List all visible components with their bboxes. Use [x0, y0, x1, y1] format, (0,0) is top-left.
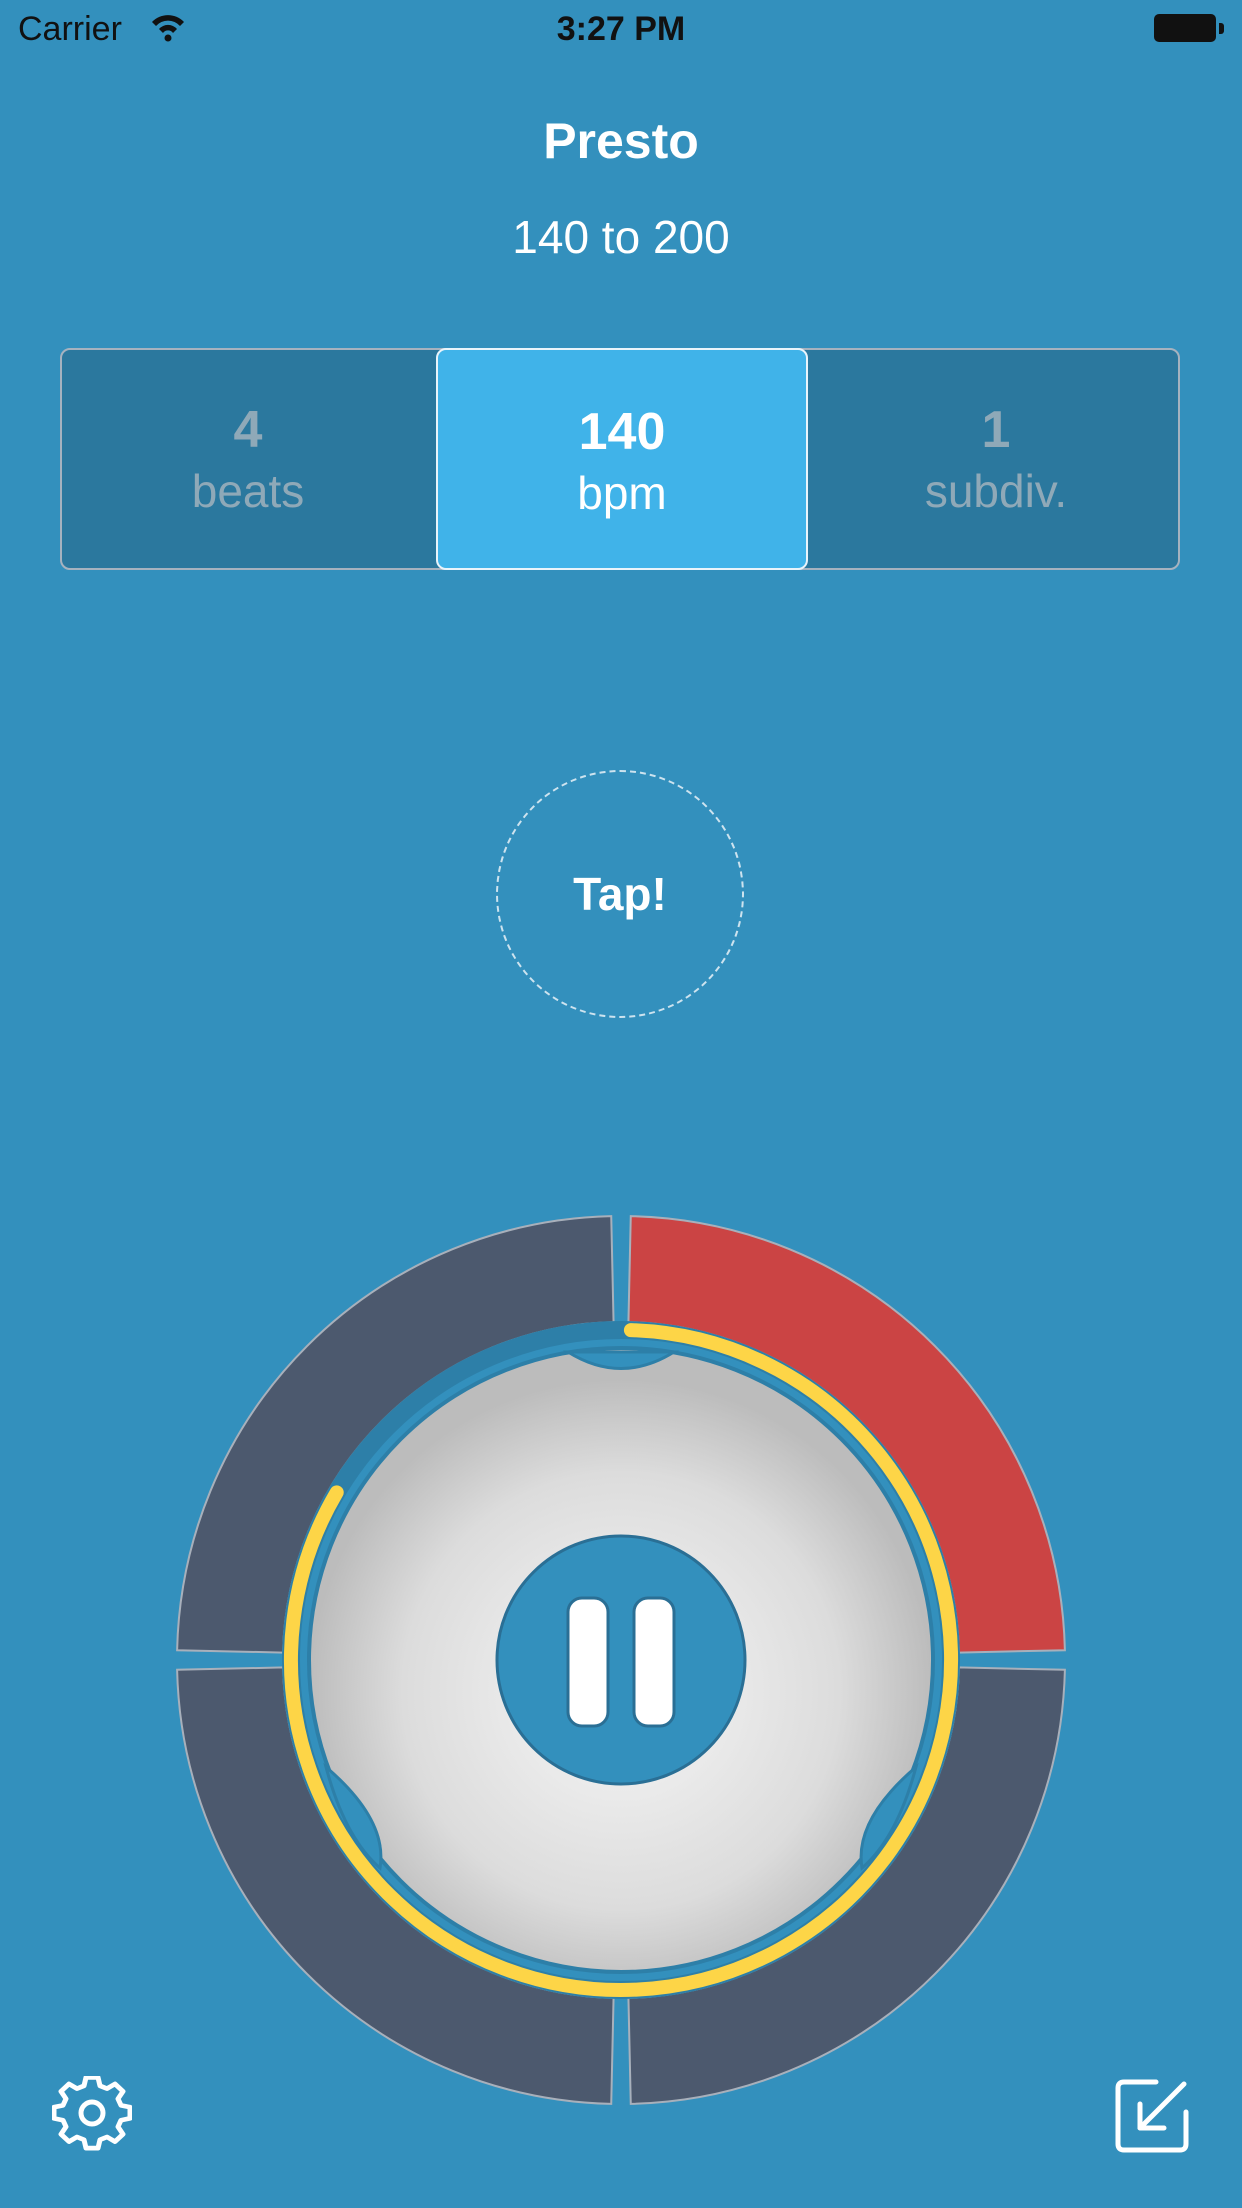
- collapse-arrow-icon: [1115, 2079, 1189, 2153]
- knob-notch-top: [562, 1350, 680, 1370]
- beats-value: 4: [233, 401, 263, 459]
- pause-button[interactable]: [495, 1534, 747, 1786]
- clock: 3:27 PM: [556, 10, 686, 48]
- segment-beats[interactable]: 4 beats: [60, 348, 436, 570]
- settings-button[interactable]: [51, 2075, 133, 2156]
- bpm-value: 140: [578, 403, 666, 461]
- subdivision-value: 1: [981, 401, 1011, 459]
- knob-notch-left: [323, 1762, 383, 1871]
- tempo-range: 140 to 200: [512, 211, 730, 263]
- knob-notch-right: [859, 1762, 919, 1871]
- beats-label: beats: [191, 465, 305, 517]
- battery-icon: [1154, 14, 1224, 44]
- segment-subdivision[interactable]: 1 subdiv.: [808, 348, 1184, 570]
- beat-wheel: [176, 1215, 1066, 2105]
- tap-tempo-button[interactable]: Tap!: [496, 770, 744, 1018]
- gear-icon: [51, 2075, 133, 2151]
- tap-label: Tap!: [573, 868, 667, 920]
- segment-bpm[interactable]: 140 bpm: [436, 348, 808, 570]
- collapse-button[interactable]: [1112, 2076, 1192, 2156]
- subdivision-label: subdiv.: [924, 465, 1068, 517]
- tempo-name: Presto: [543, 113, 699, 169]
- status-bar: Carrier 3:27 PM: [0, 0, 1242, 60]
- metronome-settings-segmented-control: 4 beats 140 bpm 1 subdiv.: [60, 348, 1180, 570]
- bpm-label: bpm: [577, 467, 667, 519]
